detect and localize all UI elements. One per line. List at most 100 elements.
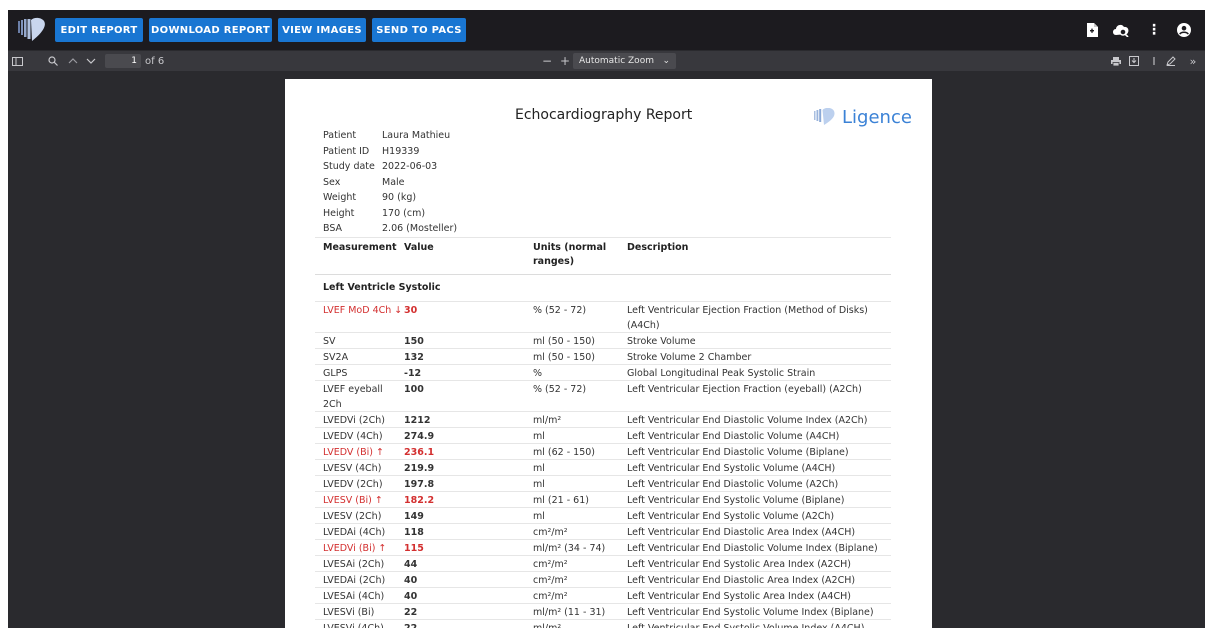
account-icon[interactable]: [1175, 20, 1193, 40]
patient-info-row: Patient Laura Mathieu: [323, 130, 457, 146]
description-cell: Left Ventricular End Diastolic Volume (A…: [627, 431, 840, 442]
ligence-logo-icon: [18, 17, 45, 41]
description-cell: Left Ventricular End Diastolic Area Inde…: [627, 527, 856, 538]
units-cell: ml: [533, 511, 545, 522]
sidebar-toggle-icon[interactable]: [10, 53, 24, 69]
measurement-cell: LVEDV (Bi) ↑: [323, 447, 384, 458]
units-cell: cm²/m²: [533, 591, 568, 602]
page-number-input[interactable]: 1: [105, 54, 141, 68]
next-page-icon[interactable]: [84, 53, 98, 69]
measurement-cell: LVEDAi (4Ch): [323, 527, 386, 538]
zoom-out-icon[interactable]: −: [541, 53, 553, 69]
units-cell: ml (21 - 61): [533, 495, 589, 506]
measurement-cell: LVESVi (Bi): [323, 607, 375, 618]
patient-info-row: Patient ID H19339: [323, 146, 457, 162]
table-row: GLPS -12% Global Longitudinal Peak Systoli…: [315, 364, 891, 380]
value-cell: 118: [404, 527, 424, 538]
units-cell: ml (50 - 150): [533, 336, 596, 347]
app-window: EDIT REPORT DOWNLOAD REPORT VIEW IMAGES …: [8, 10, 1205, 628]
table-row: LVESV (Bi) ↑ 182.2 ml (21 - 61) Left Ventri…: [315, 491, 891, 507]
zoom-select[interactable]: Automatic Zoom ⌄: [573, 53, 676, 69]
tools-menu-icon[interactable]: »: [1186, 53, 1200, 69]
cloud-search-icon[interactable]: [1112, 20, 1130, 40]
units-cell: ml: [533, 479, 545, 490]
download-report-button[interactable]: DOWNLOAD REPORT: [149, 18, 272, 42]
measurements-table: LVEF MoD 4Ch ↓ 30 % (52 - 72) Left Ventricu…: [315, 301, 891, 628]
patient-info-label: Study date: [323, 161, 375, 172]
table-row: LVEDAi (4Ch) 118 cm²/m² Left Ventricular En…: [315, 523, 891, 539]
zoom-select-value: Automatic Zoom: [579, 56, 654, 66]
measurement-cell: LVEDV (4Ch): [323, 431, 383, 442]
table-row: LVESVi (4Ch)22 ml/m² Left Ventricular End …: [315, 619, 891, 628]
table-row: LVESV (2Ch) 149 ml Left Ventricular End Sys…: [315, 507, 891, 523]
draw-icon[interactable]: [1164, 53, 1178, 69]
patient-info-row: Sex Male: [323, 177, 457, 193]
measurement-cell: LVEDVi (Bi) ↑: [323, 543, 387, 554]
brand-logo: Ligence: [813, 105, 912, 129]
measurement-cell: LVEDAi (2Ch): [323, 575, 386, 586]
text-cursor-icon[interactable]: I: [1148, 53, 1160, 69]
table-row: LVEDV (Bi) ↑ 236.1 ml (62 - 150) Left Ventr…: [315, 443, 891, 459]
file-icon[interactable]: [1083, 20, 1101, 40]
column-header-description: Description: [627, 242, 689, 253]
patient-info-value: 90 (kg): [382, 192, 417, 203]
find-icon[interactable]: [46, 53, 60, 69]
description-cell: Stroke Volume: [627, 336, 696, 347]
units-cell: ml (50 - 150): [533, 352, 596, 363]
table-row: LVEDV (4Ch) 274.9 ml Left Ventricular End D…: [315, 427, 891, 443]
value-cell: 149: [404, 511, 424, 522]
value-cell: 30: [404, 305, 418, 316]
patient-info-row: Height 170 (cm): [323, 208, 457, 224]
units-cell: ml: [533, 431, 545, 442]
units-cell: ml/m²: [533, 415, 562, 426]
value-cell: 100: [404, 384, 424, 395]
top-toolbar: EDIT REPORT DOWNLOAD REPORT VIEW IMAGES …: [8, 10, 1205, 50]
measurement-cell: LVESAi (4Ch): [323, 591, 385, 602]
value-cell: 40: [404, 575, 418, 586]
description-cell: Left Ventricular End Diastolic Area Inde…: [627, 575, 856, 586]
patient-info-label: Weight: [323, 192, 357, 203]
value-cell: 40: [404, 591, 418, 602]
units-cell: ml/m² (11 - 31): [533, 607, 606, 618]
units-cell: cm²/m²: [533, 559, 568, 570]
table-row: LVESV (4Ch) 219.9 ml Left Ventricular End S…: [315, 459, 891, 475]
table-row: SV 150 ml (50 - 150) Stroke Volume: [315, 332, 891, 348]
description-cell: Left Ventricular Ejection Fraction (eyeb…: [627, 384, 862, 395]
description-cell: Left Ventricular End Systolic Volume (A4…: [627, 463, 836, 474]
description-cell: Left Ventricular End Systolic Volume (A2…: [627, 511, 835, 522]
table-row: LVEDVi (Bi) ↑ 115 ml/m² (34 - 74) Left Vent…: [315, 539, 891, 555]
table-header: Measurement Value Units (normal ranges) …: [315, 237, 891, 275]
measurement-cell: LVEDVi (2Ch): [323, 415, 385, 426]
units-cell: ml: [533, 463, 545, 474]
description-cell: Left Ventricular End Diastolic Volume (A…: [627, 479, 839, 490]
value-cell: 115: [404, 543, 424, 554]
save-icon[interactable]: [1127, 53, 1141, 69]
edit-report-button[interactable]: EDIT REPORT: [55, 18, 143, 42]
pdf-toolbar: 1 of 6 − + Automatic Zoom ⌄ I »: [8, 51, 1205, 71]
description-cell: Stroke Volume 2 Chamber: [627, 352, 752, 363]
value-cell: 1212: [404, 415, 431, 426]
measurement-cell: LVESV (2Ch): [323, 511, 382, 522]
patient-info-label: Height: [323, 207, 355, 219]
patient-info-row: Weight 90 (kg): [323, 192, 457, 208]
value-cell: 274.9: [404, 431, 435, 442]
print-icon[interactable]: [1109, 53, 1123, 69]
measurement-cell: LVESAi (2Ch): [323, 559, 385, 570]
patient-info-label: Patient: [323, 130, 357, 141]
value-cell: 182.2: [404, 495, 435, 506]
table-row: LVESAi (4Ch) 40 cm²/m² Left Ventricular End…: [315, 587, 891, 603]
units-cell: ml/m² (34 - 74): [533, 543, 606, 554]
zoom-in-icon[interactable]: +: [559, 53, 571, 69]
report-title: Echocardiography Report: [515, 107, 693, 123]
measurement-cell: LVEF eyeball 2Ch: [323, 384, 383, 410]
description-cell: Left Ventricular Ejection Fraction (Meth…: [627, 305, 868, 331]
value-cell: 236.1: [404, 447, 435, 458]
view-images-button[interactable]: VIEW IMAGES: [278, 18, 366, 42]
value-cell: 150: [404, 336, 424, 347]
patient-info-row: Study date 2022-06-03: [323, 161, 457, 177]
section-title: Left Ventricle Systolic: [323, 282, 441, 293]
previous-page-icon[interactable]: [66, 53, 80, 69]
send-to-pacs-button[interactable]: SEND TO PACS: [372, 18, 466, 42]
measurement-cell: LVESV (4Ch): [323, 463, 382, 474]
more-vert-icon[interactable]: ⋮: [1145, 20, 1163, 40]
